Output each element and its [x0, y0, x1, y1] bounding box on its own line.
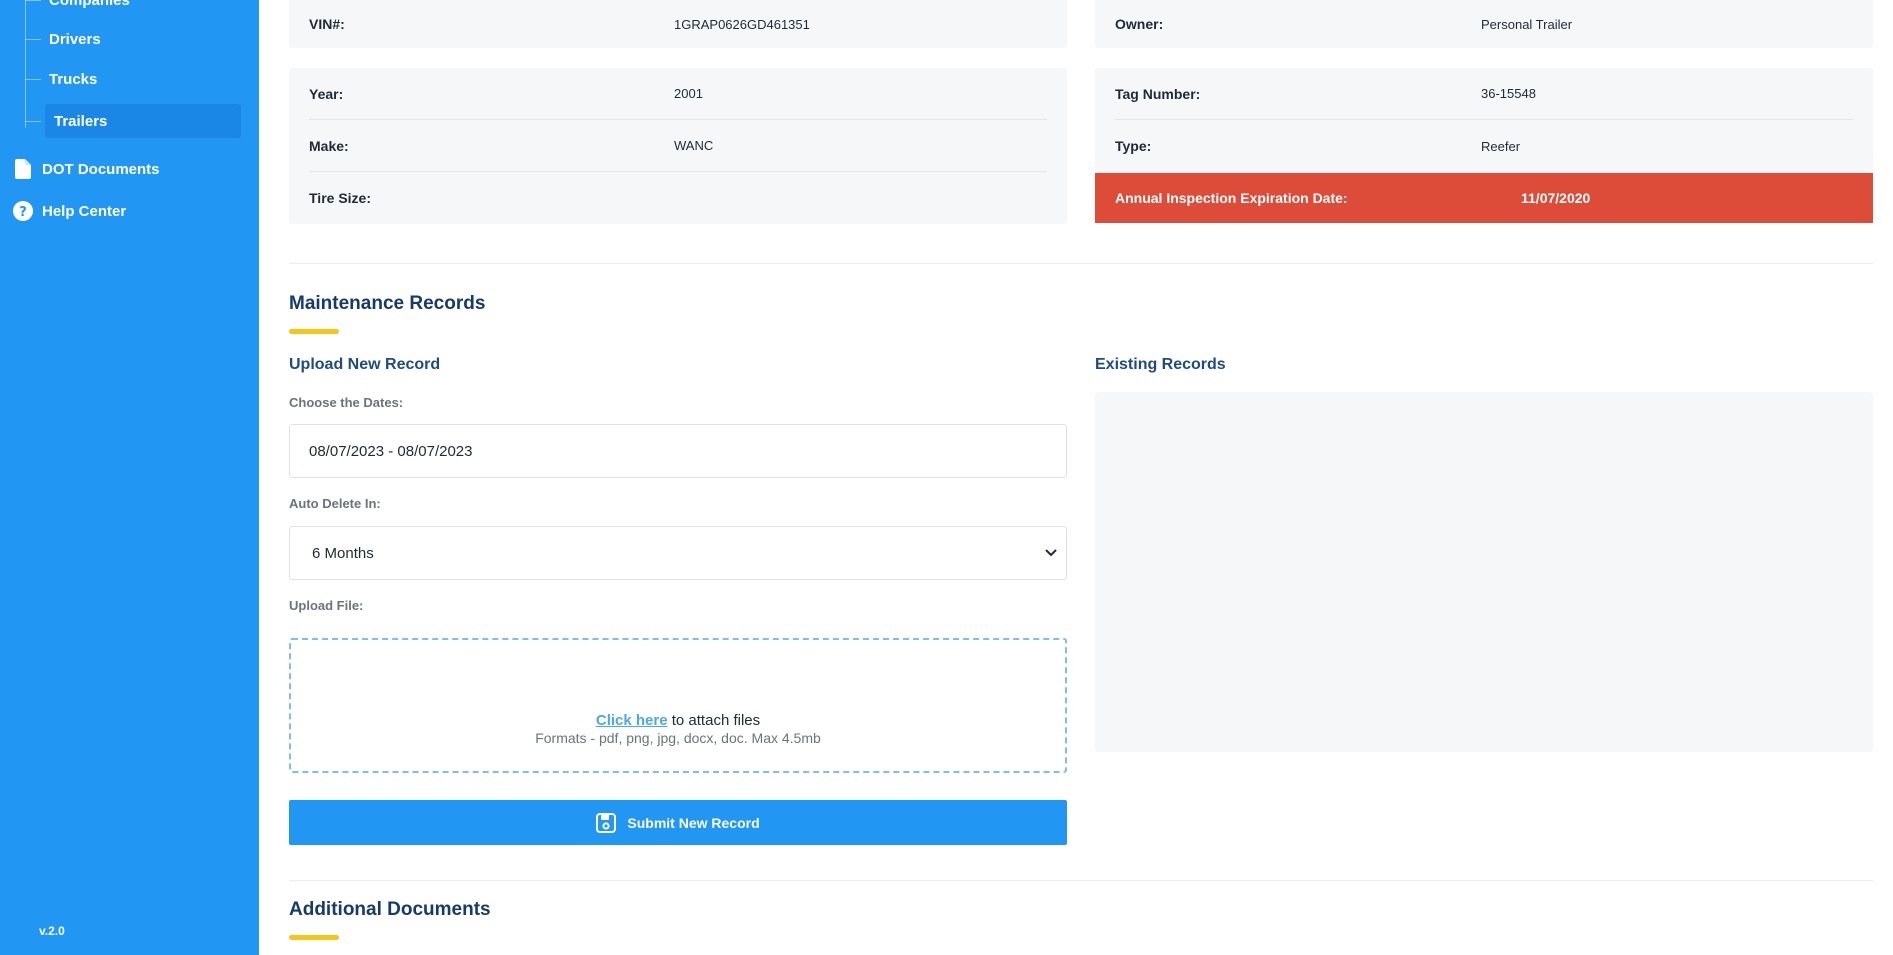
- year-value: 2001: [674, 86, 703, 101]
- details-card-left: Year: 2001 Make: WANC Tire Size:: [289, 68, 1067, 224]
- sidebar-item-label: DOT Documents: [42, 160, 160, 178]
- sidebar-item-label: Drivers: [49, 30, 101, 48]
- year-label: Year:: [309, 85, 344, 102]
- tree-branch: [25, 78, 41, 80]
- tree-branch: [25, 38, 41, 40]
- type-row: Type: Reefer: [1115, 120, 1853, 172]
- date-range-input[interactable]: 08/07/2023 - 08/07/2023: [289, 424, 1067, 478]
- vin-value: 1GRAP0626GD461351: [674, 16, 810, 32]
- additional-documents-title: Additional Documents: [289, 899, 491, 920]
- submit-new-record-button[interactable]: Submit New Record: [289, 800, 1067, 845]
- sidebar-item-dot-documents[interactable]: DOT Documents: [13, 156, 160, 182]
- sidebar-item-trailers[interactable]: Trailers: [25, 104, 241, 138]
- sidebar-item-help-center[interactable]: ? Help Center: [13, 198, 126, 224]
- sidebar-item-label: Companies: [49, 0, 130, 9]
- auto-delete-select[interactable]: 6 Months: [289, 526, 1067, 580]
- tire-size-row: Tire Size:: [309, 172, 1047, 224]
- type-value: Reefer: [1481, 138, 1521, 154]
- title-underline: [289, 329, 339, 334]
- click-here-link[interactable]: Click here: [596, 712, 668, 729]
- sidebar-item-label: Trailers: [45, 104, 241, 138]
- details-card-right: Tag Number: 36-15548 Type: Reefer: [1095, 68, 1873, 173]
- owner-card: Owner: Personal Trailer: [1095, 0, 1873, 48]
- sidebar-item-label: Trucks: [49, 70, 98, 88]
- make-row: Make: WANC: [309, 120, 1047, 172]
- tree-branch: [25, 120, 41, 122]
- vin-row: VIN#: 1GRAP0626GD461351: [309, 0, 1047, 50]
- dropzone-instructions: Click here to attach files: [291, 712, 1065, 729]
- tire-size-label: Tire Size:: [309, 190, 371, 206]
- owner-value: Personal Trailer: [1481, 16, 1573, 32]
- inspection-value: 11/07/2020: [1521, 190, 1591, 206]
- sidebar-item-companies[interactable]: Companies: [25, 0, 130, 17]
- choose-dates-label: Choose the Dates:: [289, 395, 404, 410]
- title-underline: [289, 935, 339, 940]
- inspection-expiration-alert: Annual Inspection Expiration Date: 11/07…: [1095, 173, 1873, 223]
- vin-label: VIN#:: [309, 16, 345, 32]
- existing-records-panel: [1095, 392, 1873, 752]
- owner-row: Owner: Personal Trailer: [1115, 0, 1853, 50]
- document-icon: [13, 159, 33, 179]
- maintenance-records-title: Maintenance Records: [289, 293, 486, 314]
- save-icon: [596, 812, 617, 833]
- file-formats-text: Formats - pdf, png, jpg, docx, doc. Max …: [535, 730, 821, 746]
- question-circle-icon: ?: [13, 201, 33, 221]
- divider: [289, 880, 1873, 881]
- upload-new-record-title: Upload New Record: [289, 356, 441, 373]
- svg-text:?: ?: [19, 205, 27, 220]
- sidebar: Companies Drivers Trucks Trailers DOT Do…: [0, 0, 259, 955]
- type-label: Type:: [1115, 138, 1152, 154]
- attach-files-text: to attach files: [667, 712, 761, 729]
- sidebar-item-drivers[interactable]: Drivers: [25, 22, 101, 56]
- file-dropzone[interactable]: Click here to attach files Formats - pdf…: [289, 638, 1067, 773]
- sidebar-item-trucks[interactable]: Trucks: [25, 62, 97, 96]
- tag-number-label: Tag Number:: [1115, 85, 1201, 102]
- divider: [289, 263, 1873, 264]
- auto-delete-label: Auto Delete In:: [289, 496, 381, 511]
- inspection-label: Annual Inspection Expiration Date:: [1115, 190, 1348, 206]
- submit-button-label: Submit New Record: [627, 814, 760, 831]
- make-label: Make:: [309, 137, 349, 154]
- vin-card: VIN#: 1GRAP0626GD461351: [289, 0, 1067, 48]
- make-value: WANC: [674, 138, 714, 153]
- year-row: Year: 2001: [309, 68, 1047, 120]
- upload-file-label: Upload File:: [289, 598, 364, 613]
- app-version: v.2.0: [39, 924, 65, 938]
- tag-number-value: 36-15548: [1481, 86, 1536, 101]
- owner-label: Owner:: [1115, 16, 1164, 32]
- sidebar-item-label: Help Center: [42, 202, 127, 220]
- existing-records-title: Existing Records: [1095, 356, 1226, 373]
- chevron-down-icon: [1042, 544, 1060, 562]
- tag-number-row: Tag Number: 36-15548: [1115, 68, 1853, 120]
- tree-branch: [25, 0, 41, 1]
- auto-delete-selected: 6 Months: [312, 544, 374, 562]
